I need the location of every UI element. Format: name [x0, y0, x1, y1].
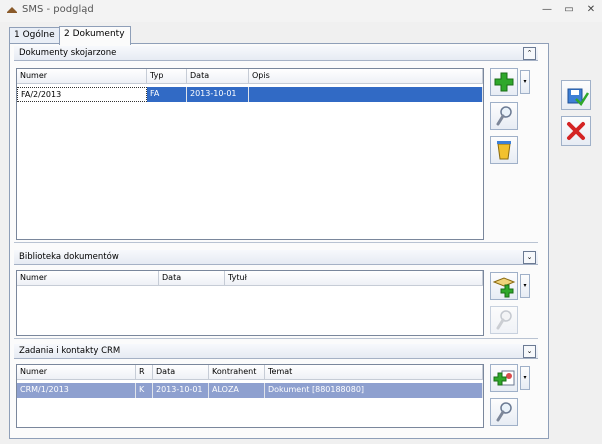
magnifier-icon: [496, 310, 512, 330]
column-header[interactable]: R: [136, 365, 153, 380]
trash-icon: [497, 141, 511, 160]
cell-data[interactable]: 2013-10-01: [187, 87, 249, 102]
title-bar: SMS - podgląd — ▭ ✕: [0, 0, 602, 22]
cell-kontrahent[interactable]: ALOZA: [209, 383, 265, 398]
magnifier-icon: [496, 402, 512, 422]
cell-temat[interactable]: Dokument [880188080]: [265, 383, 483, 398]
tab-dokumenty[interactable]: 2 Dokumenty: [59, 26, 131, 45]
section-title: Biblioteka dokumentów: [19, 252, 119, 262]
crm-add-icon: [493, 370, 515, 386]
minimize-button[interactable]: —: [538, 2, 556, 18]
cell-data[interactable]: 2013-10-01: [153, 383, 209, 398]
add-library-document-button[interactable]: [490, 272, 518, 300]
section-header: Zadania i kontakty CRM ⌄: [14, 344, 538, 359]
table-row[interactable]: FA/2/2013 FA 2013-10-01: [17, 87, 483, 102]
view-crm-button[interactable]: [490, 398, 518, 426]
app-icon: [7, 7, 17, 13]
cell-numer[interactable]: FA/2/2013: [17, 87, 147, 102]
add-document-button[interactable]: [490, 68, 518, 96]
column-header[interactable]: Temat: [265, 365, 483, 380]
column-header[interactable]: Kontrahent: [209, 365, 265, 380]
collapse-button[interactable]: ⌃: [523, 47, 536, 60]
section-biblioteka-dokumentow: Biblioteka dokumentów ⌄ Numer Data Tytuł…: [14, 250, 538, 339]
magnifier-icon: [496, 106, 512, 126]
view-library-document-button[interactable]: [490, 306, 518, 334]
add-dropdown-button[interactable]: ▾: [520, 70, 530, 94]
view-document-button[interactable]: [490, 102, 518, 130]
library-add-dropdown-button[interactable]: ▾: [520, 274, 530, 298]
crm-add-dropdown-button[interactable]: ▾: [520, 366, 530, 390]
section-zadania-crm: Zadania i kontakty CRM ⌄ Numer R Data Ko…: [14, 344, 538, 430]
section-dokumenty-skojarzone: Dokumenty skojarzone ⌃ Numer Typ Data Op…: [14, 46, 538, 243]
cell-r[interactable]: K: [136, 383, 153, 398]
close-button[interactable]: ✕: [582, 2, 600, 18]
collapse-button[interactable]: ⌄: [523, 345, 536, 358]
column-header[interactable]: Typ: [147, 69, 187, 84]
window-title: SMS - podgląd: [22, 4, 94, 15]
library-grid[interactable]: Numer Data Tytuł: [16, 270, 484, 336]
column-header[interactable]: Numer: [17, 271, 159, 286]
table-row[interactable]: CRM/1/2013 K 2013-10-01 ALOZA Dokument […: [17, 383, 483, 398]
cancel-button[interactable]: [561, 116, 591, 146]
column-header[interactable]: Data: [187, 69, 249, 84]
section-title: Dokumenty skojarzone: [19, 48, 117, 58]
tab-ogolne[interactable]: 1 Ogólne: [9, 27, 60, 44]
section-header: Biblioteka dokumentów ⌄: [14, 250, 538, 265]
red-x-icon: [567, 122, 585, 140]
cell-typ[interactable]: FA: [147, 87, 187, 102]
documents-grid[interactable]: Numer Typ Data Opis FA/2/2013 FA 2013-10…: [16, 68, 484, 240]
delete-document-button[interactable]: [490, 136, 518, 164]
crm-grid[interactable]: Numer R Data Kontrahent Temat CRM/1/2013…: [16, 364, 484, 428]
section-title: Zadania i kontakty CRM: [19, 346, 121, 356]
cell-opis[interactable]: [249, 87, 483, 102]
add-crm-button[interactable]: [490, 364, 518, 392]
cell-numer[interactable]: CRM/1/2013: [17, 383, 136, 398]
column-header[interactable]: Data: [153, 365, 209, 380]
section-header: Dokumenty skojarzone ⌃: [14, 46, 538, 61]
plus-icon: [494, 72, 514, 92]
collapse-button[interactable]: ⌄: [523, 251, 536, 264]
column-header[interactable]: Data: [159, 271, 225, 286]
column-header[interactable]: Tytuł: [225, 271, 483, 286]
column-header[interactable]: Opis: [249, 69, 483, 84]
column-header[interactable]: Numer: [17, 69, 147, 84]
save-button[interactable]: [561, 80, 591, 110]
save-icon: [567, 88, 590, 106]
library-add-icon: [492, 277, 516, 298]
column-header[interactable]: Numer: [17, 365, 136, 380]
maximize-button[interactable]: ▭: [560, 2, 578, 18]
